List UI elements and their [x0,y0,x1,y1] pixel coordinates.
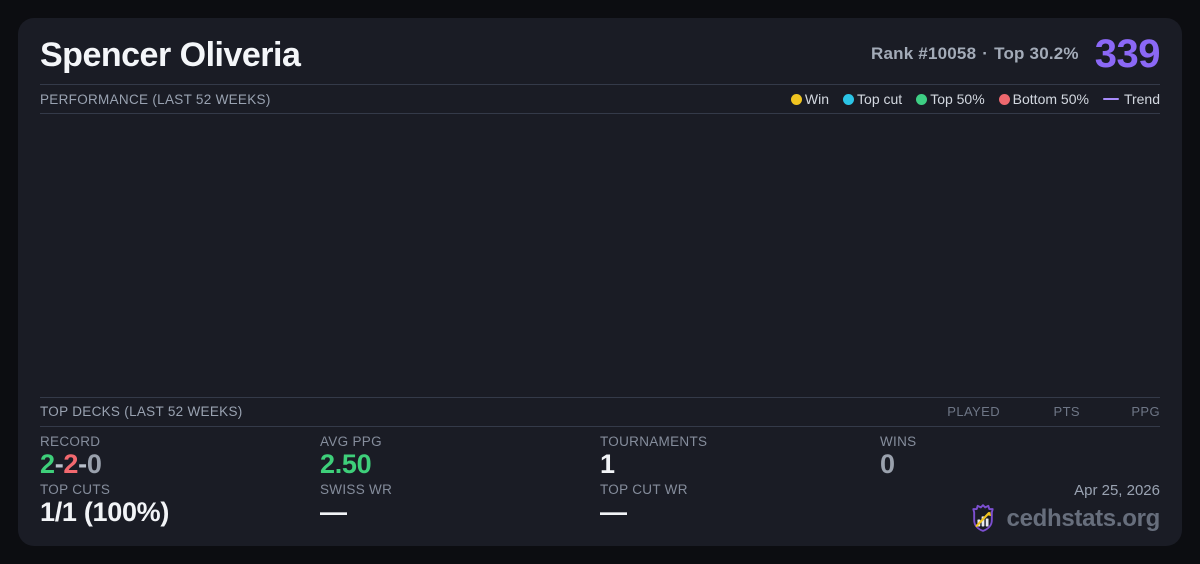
legend-label: Trend [1124,91,1160,107]
win-dot-icon [791,94,802,105]
player-stats-card: Spencer Oliveria Rank #10058 · Top 30.2% 3… [18,18,1182,546]
column-header-played: PLAYED [920,404,1000,419]
top-cut-wr-stat: TOP CUT WR — [600,482,880,526]
top-cut-dot-icon [843,94,854,105]
record-wins: 2 [40,449,55,479]
tournaments-stat: TOURNAMENTS 1 [600,434,880,478]
avg-ppg-stat: AVG PPG 2.50 [320,434,600,478]
record-losses: 2 [63,449,78,479]
record-stat: RECORD 2-2-0 [40,434,320,478]
legend-item-trend: Trend [1103,91,1160,107]
rank-label: Rank #10058 [871,44,976,63]
column-header-ppg: PPG [1080,404,1160,419]
record-value: 2-2-0 [40,450,320,478]
top-cuts-value: 1/1 (100%) [40,498,320,526]
performance-chart-plot-area [40,114,1160,397]
chart-legend: Win Top cut Top 50% Bottom 50% Trend [791,91,1160,107]
legend-item-bottom-50: Bottom 50% [999,91,1089,107]
footer-date: Apr 25, 2026 [1074,482,1160,499]
record-label: RECORD [40,434,320,449]
bottom-50-dot-icon [999,94,1010,105]
legend-item-top-cut: Top cut [843,91,902,107]
top-percent-label: Top 30.2% [994,44,1079,63]
stat-column-3: TOURNAMENTS 1 TOP CUT WR — [600,434,880,536]
swiss-wr-value: — [320,498,600,526]
wins-value: 0 [880,450,1160,478]
top-cuts-label: TOP CUTS [40,482,320,497]
stat-column-4: WINS 0 Apr 25, 2026 cedhstats.org [880,434,1160,536]
rank-separator: · [982,44,988,63]
tournaments-value: 1 [600,450,880,478]
swiss-wr-label: SWISS WR [320,482,600,497]
legend-item-win: Win [791,91,829,107]
card-header: Spencer Oliveria Rank #10058 · Top 30.2% 3… [40,36,1160,84]
tournaments-label: TOURNAMENTS [600,434,880,449]
wins-label: WINS [880,434,1160,449]
top-cut-wr-value: — [600,498,880,526]
trend-line-icon [1103,98,1119,101]
page-title: Spencer Oliveria [40,37,300,74]
avg-ppg-label: AVG PPG [320,434,600,449]
top-decks-section-header: TOP DECKS (LAST 52 WEEKS) PLAYED PTS PPG [40,398,1160,426]
legend-label: Win [805,91,829,107]
top-cuts-stat: TOP CUTS 1/1 (100%) [40,482,320,526]
stats-grid: RECORD 2-2-0 TOP CUTS 1/1 (100%) AVG PPG… [40,427,1160,536]
performance-section-header: PERFORMANCE (LAST 52 WEEKS) Win Top cut … [40,85,1160,113]
brand-text: cedhstats.org [1007,505,1160,533]
legend-item-top-50: Top 50% [916,91,984,107]
avg-ppg-value: 2.50 [320,450,600,478]
performance-section-title: PERFORMANCE (LAST 52 WEEKS) [40,92,271,107]
legend-label: Top cut [857,91,902,107]
legend-label: Bottom 50% [1013,91,1089,107]
wins-stat: WINS 0 [880,434,1160,478]
rank-text: Rank #10058 · Top 30.2% [871,44,1079,64]
stat-column-2: AVG PPG 2.50 SWISS WR — [320,434,600,536]
swiss-wr-stat: SWISS WR — [320,482,600,526]
top-50-dot-icon [916,94,927,105]
rating-value: 339 [1095,36,1160,72]
top-decks-section-title: TOP DECKS (LAST 52 WEEKS) [40,404,243,419]
card-footer: Apr 25, 2026 cedhstats.org [880,482,1160,536]
rank-group: Rank #10058 · Top 30.2% 339 [871,36,1160,74]
cedhstats-logo-icon [966,502,1000,536]
stat-column-1: RECORD 2-2-0 TOP CUTS 1/1 (100%) [40,434,320,536]
record-draws: 0 [87,449,102,479]
top-decks-column-headers: PLAYED PTS PPG [920,404,1160,419]
column-header-pts: PTS [1000,404,1080,419]
top-cut-wr-label: TOP CUT WR [600,482,880,497]
legend-label: Top 50% [930,91,984,107]
brand-row: cedhstats.org [966,502,1160,536]
